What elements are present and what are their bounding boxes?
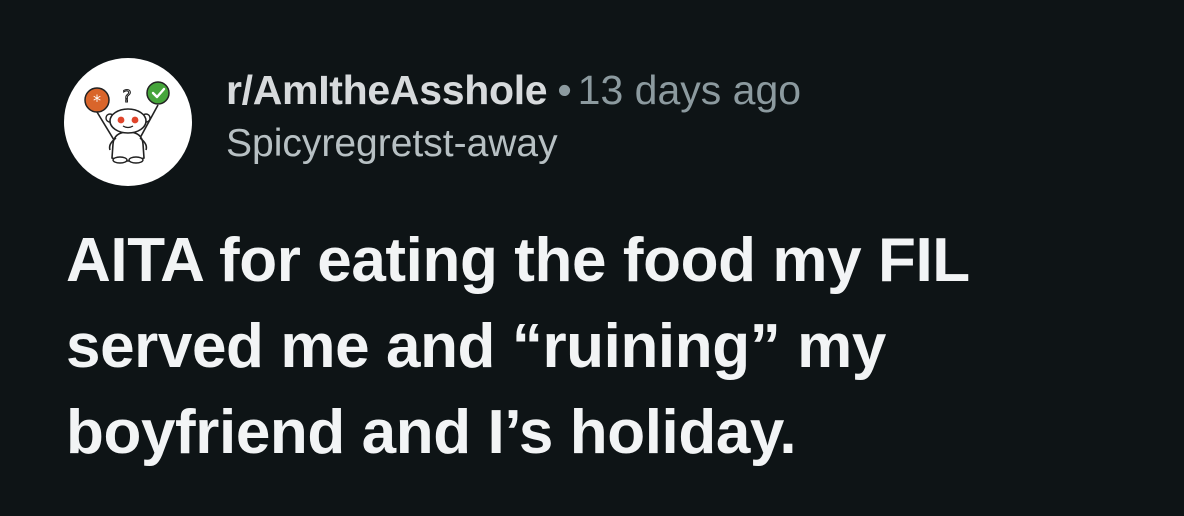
meta-separator: • [557,67,572,113]
reddit-snoo-balloons-icon: * ? [84,81,170,164]
post-title[interactable]: AITA for eating the food my FIL served m… [66,218,1146,476]
subreddit-avatar[interactable]: * ? [64,58,192,186]
post-card[interactable]: * ? r/AmItheAsshole • 13 days ago Spicyr… [0,0,1184,516]
post-meta: r/AmItheAsshole • 13 days ago Spicyregrets… [226,62,1126,168]
svg-text:?: ? [122,87,131,107]
post-meta-line: r/AmItheAsshole • 13 days ago [226,62,1126,118]
svg-text:*: * [93,91,101,110]
author-username[interactable]: Spicyregretst-away [226,120,1126,168]
subreddit-link[interactable]: r/AmItheAsshole [226,67,548,113]
post-timestamp: 13 days ago [577,67,802,113]
